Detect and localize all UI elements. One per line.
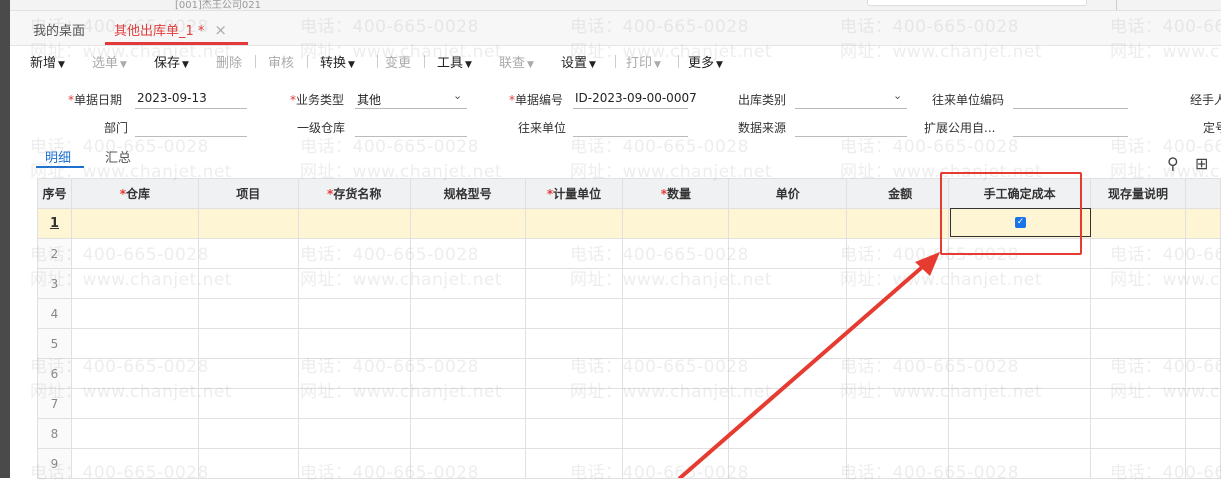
annotation-arrow-icon <box>678 252 940 478</box>
